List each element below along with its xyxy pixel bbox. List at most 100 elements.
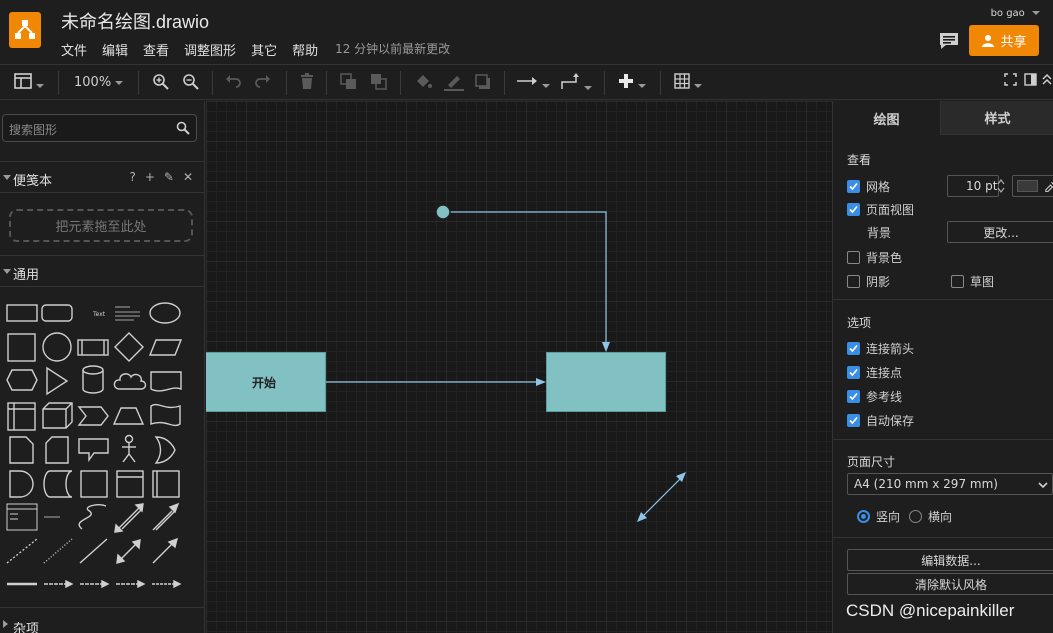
comment-icon[interactable] [938,31,960,51]
page-size-select[interactable]: A4 (210 mm x 297 mm) [847,473,1053,495]
delete-icon [301,73,313,89]
search-icon[interactable] [176,121,190,135]
portrait-radio[interactable] [857,510,870,523]
stepper-down-icon [997,187,1005,193]
tab-style[interactable]: 样式 [940,101,1053,135]
collapse-icon [1042,73,1052,85]
menu-view[interactable]: 查看 [143,40,169,59]
clear-default-style-button[interactable]: 清除默认风格 [847,573,1053,595]
page-view-option[interactable]: 页面视图 [847,201,914,218]
zoom-in-button[interactable] [152,73,169,94]
collapse-button[interactable] [1042,73,1052,90]
connection-points-checkbox[interactable] [847,366,860,379]
close-icon[interactable]: ✕ [183,170,193,184]
share-button[interactable]: 共享 [969,25,1039,56]
shape-square-2 [80,470,108,498]
shape-actor [122,434,136,463]
page-size-section-title: 页面尺寸 [847,455,896,469]
document-title[interactable]: 未命名绘图.drawio [61,8,209,34]
general-label: 通用 [13,268,40,283]
shape-trapezoid [112,407,145,425]
fill-color-button[interactable] [414,73,432,95]
chevron-right-icon [3,620,8,628]
guides-checkbox[interactable] [847,390,860,403]
scratchpad-header[interactable]: 便笺本 ? + ✎ ✕ [0,161,205,193]
add-icon[interactable]: + [145,170,155,184]
shadow-option[interactable]: 阴影 [847,273,890,290]
shape-card [45,436,69,464]
undo-button[interactable] [224,73,242,93]
shape-dashed-line [6,538,38,564]
edit-icon[interactable]: ✎ [164,170,174,184]
grid-size-stepper[interactable] [996,177,1006,195]
connection-points-label: 连接点 [866,366,903,380]
landscape-option[interactable]: 横向 [909,508,952,525]
shape-document [150,371,182,392]
grid-size-input[interactable]: 10 pt [947,175,999,197]
shape-link-arrow [44,579,74,589]
connection-style-button[interactable] [516,73,550,93]
shape-line [79,538,108,564]
portrait-option[interactable]: 竖向 [857,508,900,525]
landscape-radio[interactable] [909,510,922,523]
grid-color-button[interactable] [1012,175,1053,197]
shape-link-arrow-2 [80,579,110,589]
drawio-logo[interactable] [9,12,41,48]
menu-arrange[interactable]: 调整图形 [184,40,236,59]
background-color-checkbox[interactable] [847,251,860,264]
waypoints-button[interactable] [560,73,592,95]
grid-option[interactable]: 网格 [847,178,890,195]
shape-search-input[interactable]: 搜索图形 [2,114,197,142]
shape-curve [78,504,107,530]
delete-button[interactable] [300,73,314,93]
menu-file[interactable]: 文件 [61,40,87,59]
connection-points-option[interactable]: 连接点 [847,364,902,381]
table-button[interactable] [674,73,702,93]
menu-edit[interactable]: 编辑 [102,40,128,59]
to-back-button[interactable] [370,73,388,95]
to-front-button[interactable] [340,73,358,95]
redo-button[interactable] [254,73,272,93]
edit-data-button[interactable]: 编辑数据... [847,549,1053,571]
scratchpad-dropzone[interactable]: 把元素拖至此处 [9,209,193,242]
menu-help[interactable]: 帮助 [292,40,318,59]
change-background-button[interactable]: 更改... [947,221,1053,243]
grid-checkbox[interactable] [847,180,860,193]
format-toggle-button[interactable] [1024,73,1037,90]
line-color-button[interactable] [444,73,464,95]
autosave-label: 自动保存 [866,414,915,428]
background-label: 背景 [867,226,892,240]
guides-option[interactable]: 参考线 [847,388,902,405]
scratchpad-label: 便笺本 [13,174,53,189]
misc-section-header[interactable]: 杂项 [0,607,205,633]
insert-button[interactable] [618,73,646,93]
background-color-option[interactable]: 背景色 [847,249,902,266]
zoom-dropdown[interactable]: 100% [74,75,124,90]
point-to-process-edge [450,211,607,344]
page-view-checkbox[interactable] [847,203,860,216]
shape-circle [42,332,72,362]
shape-callout [78,438,109,463]
tab-diagram[interactable]: 绘图 [833,101,940,135]
shapes-sidebar: 搜索图形 便笺本 ? + ✎ ✕ 把元素拖至此处 通用 Text 杂项 [0,101,205,633]
shadow-button[interactable] [474,73,492,95]
last-saved-status[interactable]: 12 分钟以前最新更改 [335,40,450,59]
general-section-header[interactable]: 通用 [0,255,205,287]
autosave-option[interactable]: 自动保存 [847,412,914,429]
checkmark-icon [849,344,858,353]
format-panel-button[interactable] [14,73,44,93]
fullscreen-button[interactable] [1004,73,1017,90]
sketch-checkbox[interactable] [951,275,964,288]
sketch-option[interactable]: 草图 [951,273,994,290]
shape-bidirectional-connector [116,539,141,564]
diagram-canvas[interactable]: 开始 [206,101,832,633]
user-menu[interactable]: bo gao [991,8,1040,19]
autosave-checkbox[interactable] [847,414,860,427]
user-name: bo gao [990,8,1025,19]
menu-extras[interactable]: 其它 [251,40,277,59]
connection-arrows-option[interactable]: 连接箭头 [847,340,914,357]
connection-arrows-checkbox[interactable] [847,342,860,355]
shadow-checkbox[interactable] [847,275,860,288]
zoom-out-button[interactable] [182,73,199,94]
help-icon[interactable]: ? [129,170,135,184]
